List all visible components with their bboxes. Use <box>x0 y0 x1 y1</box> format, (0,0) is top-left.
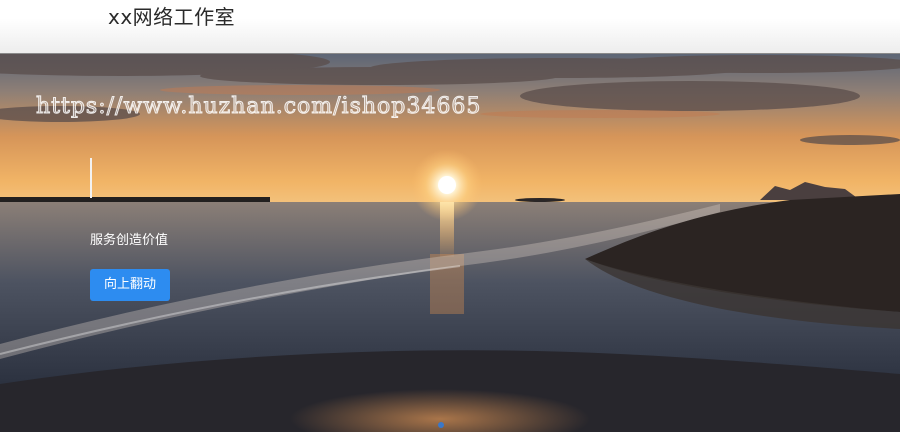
accent-divider-line <box>90 158 92 198</box>
top-header-bar: xx网络工作室 <box>0 0 900 54</box>
hero-banner: https://www.huzhan.com/ishop34665 服务创造价值… <box>0 54 900 432</box>
carousel-indicator-dot[interactable] <box>438 422 444 428</box>
scroll-up-button[interactable]: 向上翻动 <box>90 269 170 301</box>
watermark-text: https://www.huzhan.com/ishop34665 <box>35 94 482 120</box>
brand-logo-text[interactable]: xx网络工作室 <box>108 1 235 30</box>
hero-slogan: 服务创造价值 <box>90 233 169 248</box>
